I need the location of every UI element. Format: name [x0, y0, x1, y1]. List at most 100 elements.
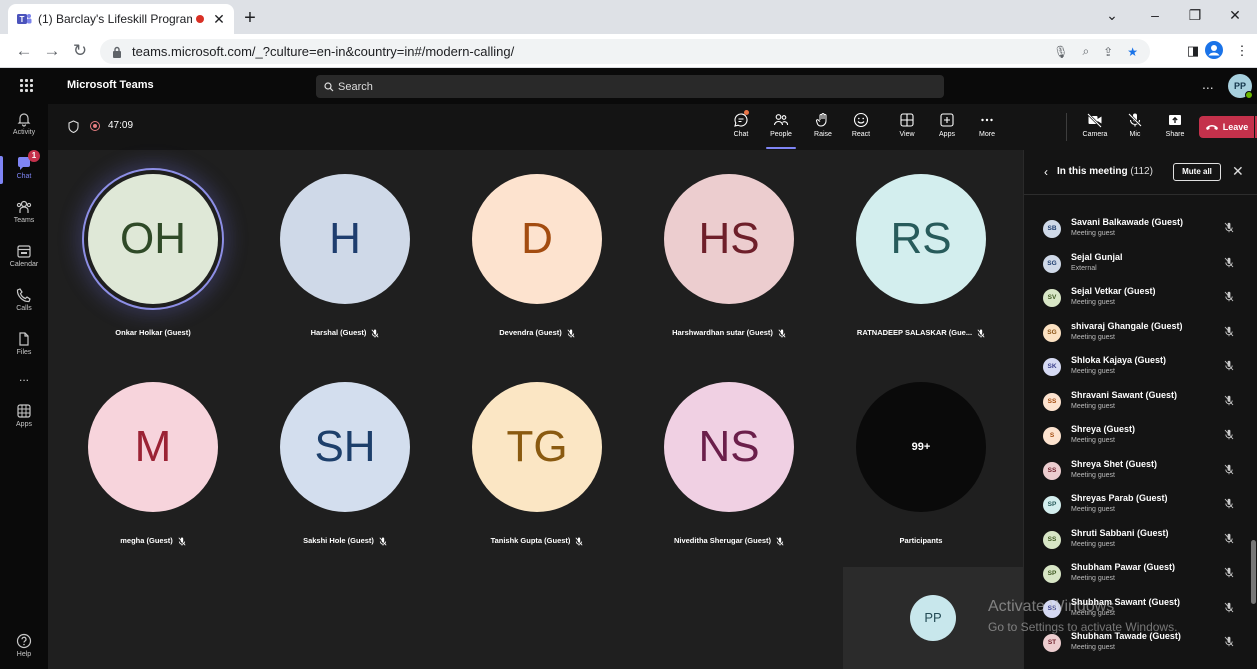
mic-permission-icon[interactable]: 🎙 — [1053, 45, 1068, 59]
react-button[interactable]: React — [844, 110, 878, 146]
mic-off-icon[interactable] — [1224, 636, 1234, 647]
view-button[interactable]: View — [890, 110, 924, 146]
people-icon — [773, 114, 789, 126]
window-close-button[interactable]: ✕ — [1215, 0, 1255, 34]
participant-row[interactable]: SB Savani Balkawade (Guest) Meeting guest — [1024, 212, 1257, 247]
participant-tile[interactable]: RS RATNADEEP SALASKAR (Gue... — [826, 150, 1016, 350]
participant-tile[interactable]: NS Niveditha Sherugar (Guest) — [634, 358, 824, 558]
participant-tile[interactable]: SH Sakshi Hole (Guest) — [250, 358, 440, 558]
scrollbar[interactable] — [1251, 540, 1256, 604]
camera-button[interactable]: Camera — [1078, 110, 1112, 146]
maximize-button[interactable]: ❐ — [1175, 0, 1215, 34]
address-bar[interactable]: teams.microsoft.com/_?culture=en-in&coun… — [100, 39, 1150, 64]
participant-row[interactable]: S Shreya (Guest) Meeting guest — [1024, 419, 1257, 454]
participant-tile[interactable]: TG Tanishk Gupta (Guest) — [442, 358, 632, 558]
share-button[interactable]: Share — [1158, 110, 1192, 146]
mic-off-icon[interactable] — [1224, 360, 1234, 371]
tab-close-icon[interactable]: ✕ — [212, 11, 226, 28]
reload-button[interactable]: ↻ — [68, 40, 92, 62]
participant-tile[interactable]: D Devendra (Guest) — [442, 150, 632, 350]
mic-off-icon[interactable] — [1224, 395, 1234, 406]
mic-off-icon[interactable] — [1224, 429, 1234, 440]
smiley-icon — [853, 112, 869, 128]
new-tab-button[interactable]: + — [238, 6, 262, 30]
settings-more-button[interactable]: ... — [1202, 76, 1214, 92]
participant-avatar: OH — [88, 174, 218, 304]
apps-button[interactable]: Apps — [930, 110, 964, 146]
participant-avatar: NS — [664, 382, 794, 512]
control-label: Apps — [939, 131, 955, 138]
rail-item-teams[interactable]: Teams — [0, 194, 48, 234]
participant-row[interactable]: SS Shruti Sabbani (Guest) Meeting guest — [1024, 523, 1257, 558]
url-text: teams.microsoft.com/_?culture=en-in&coun… — [132, 44, 515, 59]
participant-row[interactable]: SK Shloka Kajaya (Guest) Meeting guest — [1024, 350, 1257, 385]
rail-item-chat[interactable]: Chat 1 — [0, 150, 48, 190]
mic-off-icon[interactable] — [1224, 567, 1234, 578]
mic-off-icon[interactable] — [1224, 602, 1234, 613]
chat-button[interactable]: Chat — [724, 110, 758, 146]
zoom-icon[interactable]: ⌕ — [1082, 44, 1089, 59]
close-icon[interactable]: ✕ — [1232, 163, 1244, 180]
mic-off-icon[interactable] — [1224, 222, 1234, 233]
participant-row[interactable]: SS Shravani Sawant (Guest) Meeting guest — [1024, 385, 1257, 420]
participant-tile[interactable]: M megha (Guest) — [58, 358, 248, 558]
participant-row[interactable]: SG shivaraj Ghangale (Guest) Meeting guest — [1024, 316, 1257, 351]
mic-off-icon[interactable] — [1224, 291, 1234, 302]
user-avatar[interactable]: PP — [1228, 74, 1253, 99]
self-view-tile[interactable]: PP — [843, 567, 1023, 669]
search-input[interactable]: Search — [316, 75, 944, 98]
back-button[interactable]: ← — [12, 40, 36, 62]
participant-row[interactable]: SS Shreya Shet (Guest) Meeting guest — [1024, 454, 1257, 489]
participant-name: megha (Guest) — [120, 536, 173, 545]
forward-button[interactable]: → — [40, 40, 64, 62]
overflow-participants-tile[interactable]: 99+ Participants — [826, 358, 1016, 558]
meeting-control-bar: 47:09 Chat People Raise React View Apps … — [48, 104, 1257, 150]
rail-item-more[interactable]: ... — [0, 362, 48, 402]
participant-row[interactable]: SP Shreyas Parab (Guest) Meeting guest — [1024, 488, 1257, 523]
mic-off-icon[interactable] — [1224, 533, 1234, 544]
control-label: Raise — [814, 131, 832, 138]
control-label: Camera — [1082, 131, 1108, 138]
mic-off-icon[interactable] — [1224, 464, 1234, 475]
mute-all-button[interactable]: Mute all — [1173, 163, 1221, 181]
participant-row[interactable]: SP Shubham Pawar (Guest) Meeting guest — [1024, 557, 1257, 592]
mic-button[interactable]: Mic — [1118, 110, 1152, 146]
tab-search-chevron-icon[interactable]: ⌄ — [1092, 0, 1132, 34]
participant-role: Meeting guest — [1071, 299, 1115, 306]
rail-label: Files — [16, 349, 32, 356]
leave-button[interactable]: Leave — [1199, 116, 1254, 138]
profile-icon[interactable] — [1205, 41, 1225, 61]
mic-off-icon[interactable] — [1224, 326, 1234, 337]
rail-item-apps[interactable]: Apps — [0, 398, 48, 438]
app-launcher-icon[interactable] — [20, 79, 34, 93]
control-label: People — [770, 131, 792, 138]
rail-item-calls[interactable]: Calls — [0, 282, 48, 322]
bookmark-star-icon[interactable]: ★ — [1127, 45, 1138, 59]
participant-row[interactable]: SG Sejal Gunjal External — [1024, 247, 1257, 282]
browser-menu-icon[interactable]: ⋮ — [1232, 41, 1252, 61]
back-chevron-icon[interactable]: ‹ — [1044, 165, 1048, 179]
rail-item-files[interactable]: Files — [0, 326, 48, 366]
side-panel-icon[interactable]: ◨ — [1183, 41, 1203, 61]
browser-tab[interactable]: T (1) Barclay's Lifeskill Program ✕ — [8, 4, 234, 34]
mic-off-icon[interactable] — [1224, 498, 1234, 509]
minimize-button[interactable]: – — [1135, 0, 1175, 34]
more-actions-button[interactable]: More — [970, 110, 1004, 146]
participant-row[interactable]: SV Sejal Vetkar (Guest) Meeting guest — [1024, 281, 1257, 316]
people-button[interactable]: People — [764, 110, 798, 149]
teams-header: Microsoft Teams Search ... PP — [0, 68, 1257, 104]
mic-off-icon — [567, 329, 575, 338]
participant-tile[interactable]: H Harshal (Guest) — [250, 150, 440, 350]
hang-up-icon — [1205, 125, 1218, 130]
mic-off-icon[interactable] — [1224, 257, 1234, 268]
share-icon[interactable]: ⇪ — [1103, 45, 1113, 59]
screen: { "browser": { "tab_title": "(1) Barclay… — [0, 0, 1257, 669]
raise-hand-button[interactable]: Raise — [806, 110, 840, 146]
rail-item-activity[interactable]: Activity — [0, 106, 48, 146]
participant-tile[interactable]: HS Harshwardhan sutar (Guest) — [634, 150, 824, 350]
participant-tile[interactable]: OH Onkar Holkar (Guest) — [58, 150, 248, 350]
rail-item-help[interactable]: Help — [0, 628, 48, 668]
rail-item-calendar[interactable]: Calendar — [0, 238, 48, 278]
participant-name: Harshwardhan sutar (Guest) — [672, 328, 773, 337]
control-label: Chat — [733, 131, 749, 138]
